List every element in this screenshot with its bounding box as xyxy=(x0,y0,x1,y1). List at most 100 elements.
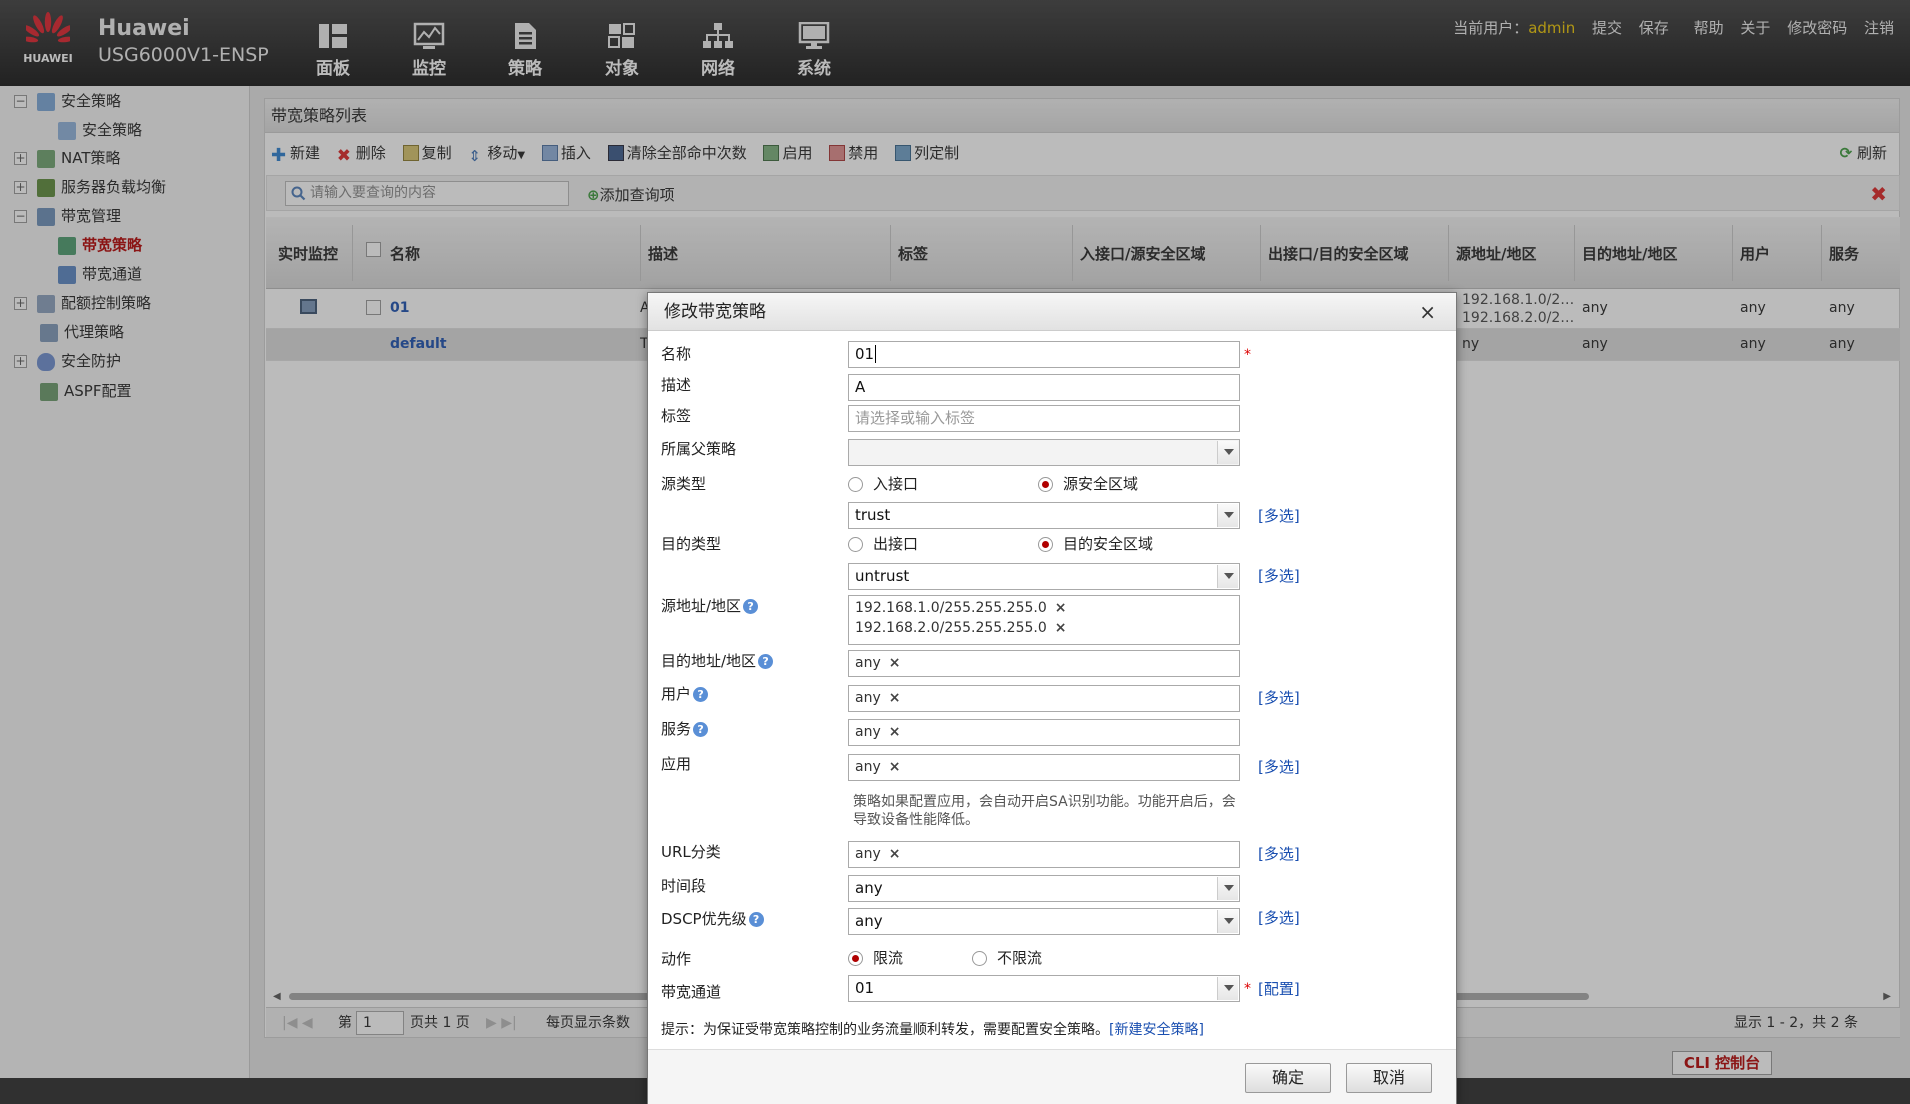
help-icon[interactable]: ? xyxy=(693,722,709,737)
remove-tag-icon[interactable]: × xyxy=(889,690,901,706)
remove-tag-icon[interactable]: × xyxy=(889,724,901,740)
required-mark: * xyxy=(1244,347,1251,363)
source-type-label: 源类型 xyxy=(661,475,707,493)
source-zone-select[interactable]: trust xyxy=(848,502,1240,529)
select-value: untrust xyxy=(855,567,910,585)
description-input[interactable]: A xyxy=(848,374,1240,401)
help-icon[interactable]: ? xyxy=(693,687,709,702)
tag-input[interactable]: 请选择或输入标签 xyxy=(848,405,1240,432)
dest-type-label: 目的类型 xyxy=(661,535,722,553)
url-multiselect-link[interactable]: [多选] xyxy=(1258,843,1300,864)
tag-text: any xyxy=(855,690,881,706)
dest-zone-select[interactable]: untrust xyxy=(848,563,1240,590)
source-zone-multiselect-link[interactable]: [多选] xyxy=(1258,505,1300,526)
remove-tag-icon[interactable]: × xyxy=(889,759,901,775)
address-tag: 192.168.1.0/255.255.255.0 × xyxy=(855,598,1067,618)
chevron-down-icon[interactable] xyxy=(1217,441,1238,464)
url-category-field[interactable]: any × xyxy=(848,841,1240,868)
user-label: 用户? xyxy=(661,683,709,704)
help-icon[interactable]: ? xyxy=(758,654,774,669)
dscp-multiselect-link[interactable]: [多选] xyxy=(1258,907,1300,928)
dscp-select[interactable]: any xyxy=(848,908,1240,935)
action-limit-radio[interactable]: 限流 xyxy=(848,947,903,968)
dest-type-zone-radio[interactable]: 目的安全区域 xyxy=(1038,533,1153,554)
label-text: 目的地址/地区 xyxy=(661,652,757,670)
select-value: 01 xyxy=(855,979,875,997)
chevron-down-icon[interactable] xyxy=(1217,504,1238,527)
remove-tag-icon[interactable]: × xyxy=(889,846,901,862)
source-type-zone-radio[interactable]: 源安全区域 xyxy=(1038,473,1138,494)
chevron-down-icon[interactable] xyxy=(1217,877,1238,900)
radio-button[interactable] xyxy=(972,951,987,966)
dest-type-interface-radio[interactable]: 出接口 xyxy=(848,533,918,554)
tag-label: 标签 xyxy=(661,407,692,425)
application-field[interactable]: any × xyxy=(848,754,1240,781)
radio-button[interactable] xyxy=(848,477,863,492)
configure-channel-link[interactable]: [配置] xyxy=(1258,978,1300,999)
source-address-label: 源地址/地区? xyxy=(661,595,759,616)
close-icon[interactable]: × xyxy=(1419,293,1436,331)
label-text: 服务 xyxy=(661,720,692,738)
service-label: 服务? xyxy=(661,718,709,739)
radio-button[interactable] xyxy=(848,951,863,966)
name-label: 名称 xyxy=(661,345,692,363)
tag-text: any xyxy=(855,655,881,671)
ok-button[interactable]: 确定 xyxy=(1245,1063,1331,1093)
user-multiselect-link[interactable]: [多选] xyxy=(1258,687,1300,708)
action-label: 动作 xyxy=(661,950,692,968)
security-policy-tip: 提示：为保证受带宽策略控制的业务流量顺利转发，需要配置安全策略。[新建安全策略] xyxy=(661,1019,1204,1039)
application-tag: any × xyxy=(855,757,901,777)
radio-label: 出接口 xyxy=(873,535,919,553)
tip-text: 提示：为保证受带宽策略控制的业务流量顺利转发，需要配置安全策略。 xyxy=(661,1022,1109,1038)
label-text: DSCP优先级 xyxy=(661,910,747,928)
radio-button[interactable] xyxy=(1038,477,1053,492)
radio-button[interactable] xyxy=(848,537,863,552)
radio-button[interactable] xyxy=(1038,537,1053,552)
tag-text: any xyxy=(855,846,881,862)
radio-label: 不限流 xyxy=(997,949,1043,967)
help-icon[interactable]: ? xyxy=(748,912,764,927)
tag-text: any xyxy=(855,759,881,775)
description-label: 描述 xyxy=(661,376,692,394)
dialog-footer: 确定 取消 xyxy=(648,1049,1456,1104)
parent-policy-label: 所属父策略 xyxy=(661,440,737,458)
chevron-down-icon[interactable] xyxy=(1217,977,1238,1000)
label-text: 用户 xyxy=(661,685,692,703)
name-input[interactable]: 01 xyxy=(848,341,1240,368)
source-address-field[interactable]: 192.168.1.0/255.255.255.0 × 192.168.2.0/2… xyxy=(848,595,1240,645)
time-range-select[interactable]: any xyxy=(848,875,1240,902)
application-label: 应用 xyxy=(661,755,692,773)
parent-policy-select[interactable] xyxy=(848,439,1240,466)
dscp-label: DSCP优先级? xyxy=(661,908,764,929)
remove-tag-icon[interactable]: × xyxy=(1055,600,1067,616)
radio-label: 源安全区域 xyxy=(1063,475,1139,493)
remove-tag-icon[interactable]: × xyxy=(1055,620,1067,636)
tag-text: 192.168.2.0/255.255.255.0 xyxy=(855,620,1047,636)
application-note: 策略如果配置应用，会自动开启SA识别功能。功能开启后，会导致设备性能降低。 xyxy=(853,794,1236,828)
edit-bandwidth-policy-dialog: 修改带宽策略 × 名称 01 * 描述 A 标签 请选择或输入标签 所属父策略 … xyxy=(647,292,1457,1104)
remove-tag-icon[interactable]: × xyxy=(889,655,901,671)
dest-address-label: 目的地址/地区? xyxy=(661,650,774,671)
select-value: any xyxy=(855,912,883,930)
chevron-down-icon[interactable] xyxy=(1217,565,1238,588)
application-multiselect-link[interactable]: [多选] xyxy=(1258,756,1300,777)
bandwidth-channel-select[interactable]: 01 xyxy=(848,975,1240,1002)
select-value: any xyxy=(855,879,883,897)
action-no-limit-radio[interactable]: 不限流 xyxy=(972,947,1042,968)
service-tag: any × xyxy=(855,722,901,742)
bandwidth-channel-label: 带宽通道 xyxy=(661,983,722,1001)
dest-zone-multiselect-link[interactable]: [多选] xyxy=(1258,565,1300,586)
help-icon[interactable]: ? xyxy=(743,599,759,614)
user-field[interactable]: any × xyxy=(848,685,1240,712)
chevron-down-icon[interactable] xyxy=(1217,910,1238,933)
dialog-header: 修改带宽策略 × xyxy=(648,293,1456,331)
new-security-policy-link[interactable]: [新建安全策略] xyxy=(1109,1022,1204,1038)
source-type-interface-radio[interactable]: 入接口 xyxy=(848,473,918,494)
dest-address-field[interactable]: any × xyxy=(848,650,1240,677)
cancel-button[interactable]: 取消 xyxy=(1346,1063,1432,1093)
required-mark: * xyxy=(1244,981,1251,997)
tag-text: any xyxy=(855,724,881,740)
label-text: 源地址/地区 xyxy=(661,597,742,615)
service-field[interactable]: any × xyxy=(848,719,1240,746)
dialog-title: 修改带宽策略 xyxy=(664,302,766,322)
